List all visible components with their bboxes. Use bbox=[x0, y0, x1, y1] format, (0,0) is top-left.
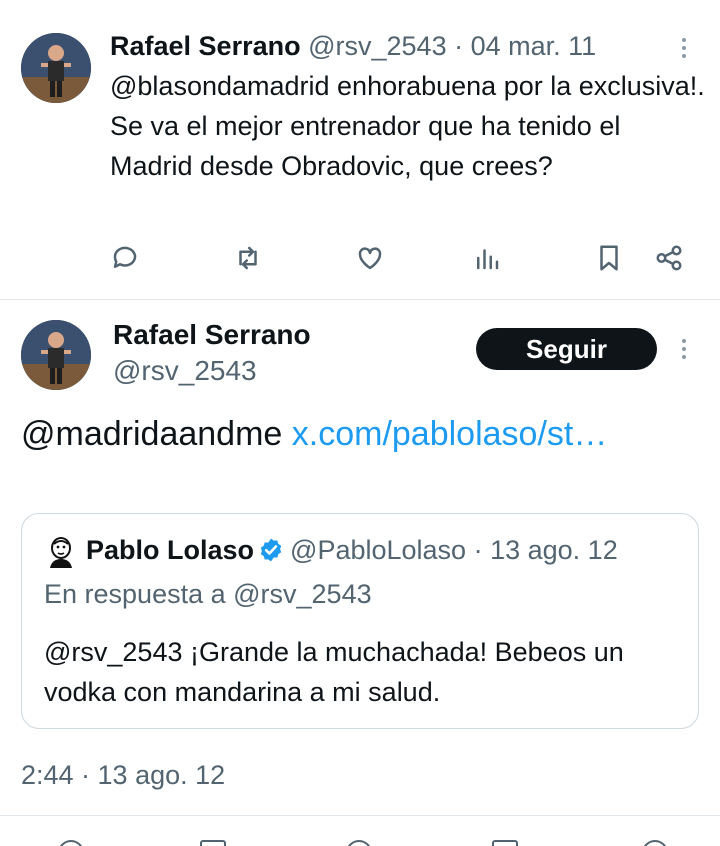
share-icon[interactable] bbox=[642, 840, 668, 846]
author-name[interactable]: Rafael Serrano bbox=[113, 318, 311, 352]
author-name[interactable]: Rafael Serrano bbox=[110, 31, 301, 61]
author-handle[interactable]: @rsv_2543 bbox=[113, 354, 257, 388]
reply-context: En respuesta a @rsv_2543 bbox=[44, 579, 372, 609]
quote-header: Pablo Lolaso @PabloLolaso · 13 ago. 12 bbox=[86, 532, 618, 568]
quote-avatar[interactable] bbox=[44, 534, 78, 568]
quote-handle[interactable]: @PabloLolaso bbox=[290, 535, 466, 565]
separator-dot: · bbox=[454, 31, 464, 61]
tweet-header: Rafael Serrano @rsv_2543 · 04 mar. 11 bbox=[110, 30, 596, 62]
like-icon[interactable] bbox=[352, 238, 388, 278]
quote-author-name[interactable]: Pablo Lolaso bbox=[86, 535, 254, 565]
tweet-link[interactable]: x.com/pablolaso/st… bbox=[292, 415, 608, 453]
quote-date[interactable]: 13 ago. 12 bbox=[490, 535, 618, 565]
bookmark-icon[interactable] bbox=[492, 840, 518, 846]
author-handle[interactable]: @rsv_2543 bbox=[308, 31, 446, 61]
separator-dot: · bbox=[473, 535, 483, 565]
more-options-icon[interactable] bbox=[674, 33, 694, 63]
reply-icon[interactable] bbox=[58, 840, 84, 846]
tweet-text: @blasondamadrid enhorabuena por la exclu… bbox=[110, 71, 705, 181]
divider bbox=[0, 299, 720, 300]
quoted-tweet[interactable]: Pablo Lolaso @PabloLolaso · 13 ago. 12 En… bbox=[21, 513, 699, 729]
divider bbox=[0, 815, 720, 816]
more-options-icon[interactable] bbox=[674, 334, 694, 364]
share-icon[interactable] bbox=[651, 238, 687, 278]
quote-text: @rsv_2543 ¡Grande la muchachada! Bebeos … bbox=[44, 637, 624, 707]
avatar[interactable] bbox=[21, 33, 91, 103]
verified-badge-icon bbox=[260, 538, 282, 562]
tweet-text: @madridaandme x.com/pablolaso/st… bbox=[21, 410, 701, 458]
follow-button[interactable]: Seguir bbox=[476, 328, 657, 370]
avatar[interactable] bbox=[21, 320, 91, 390]
bottom-action-bar bbox=[0, 834, 720, 846]
reply-icon[interactable] bbox=[107, 238, 143, 278]
retweet-icon[interactable] bbox=[200, 840, 226, 846]
tweet-date[interactable]: 04 mar. 11 bbox=[471, 31, 597, 61]
views-icon[interactable] bbox=[469, 238, 505, 278]
mention[interactable]: @madridaandme bbox=[21, 415, 282, 453]
tweet-timestamp[interactable]: 2:44 · 13 ago. 12 bbox=[21, 758, 225, 792]
retweet-icon[interactable] bbox=[230, 238, 266, 278]
tweet-reply[interactable]: Rafael Serrano @rsv_2543 · 04 mar. 11 @b… bbox=[0, 0, 720, 300]
tweet-actions bbox=[0, 238, 720, 278]
bookmark-icon[interactable] bbox=[591, 238, 627, 278]
like-icon[interactable] bbox=[346, 840, 372, 846]
